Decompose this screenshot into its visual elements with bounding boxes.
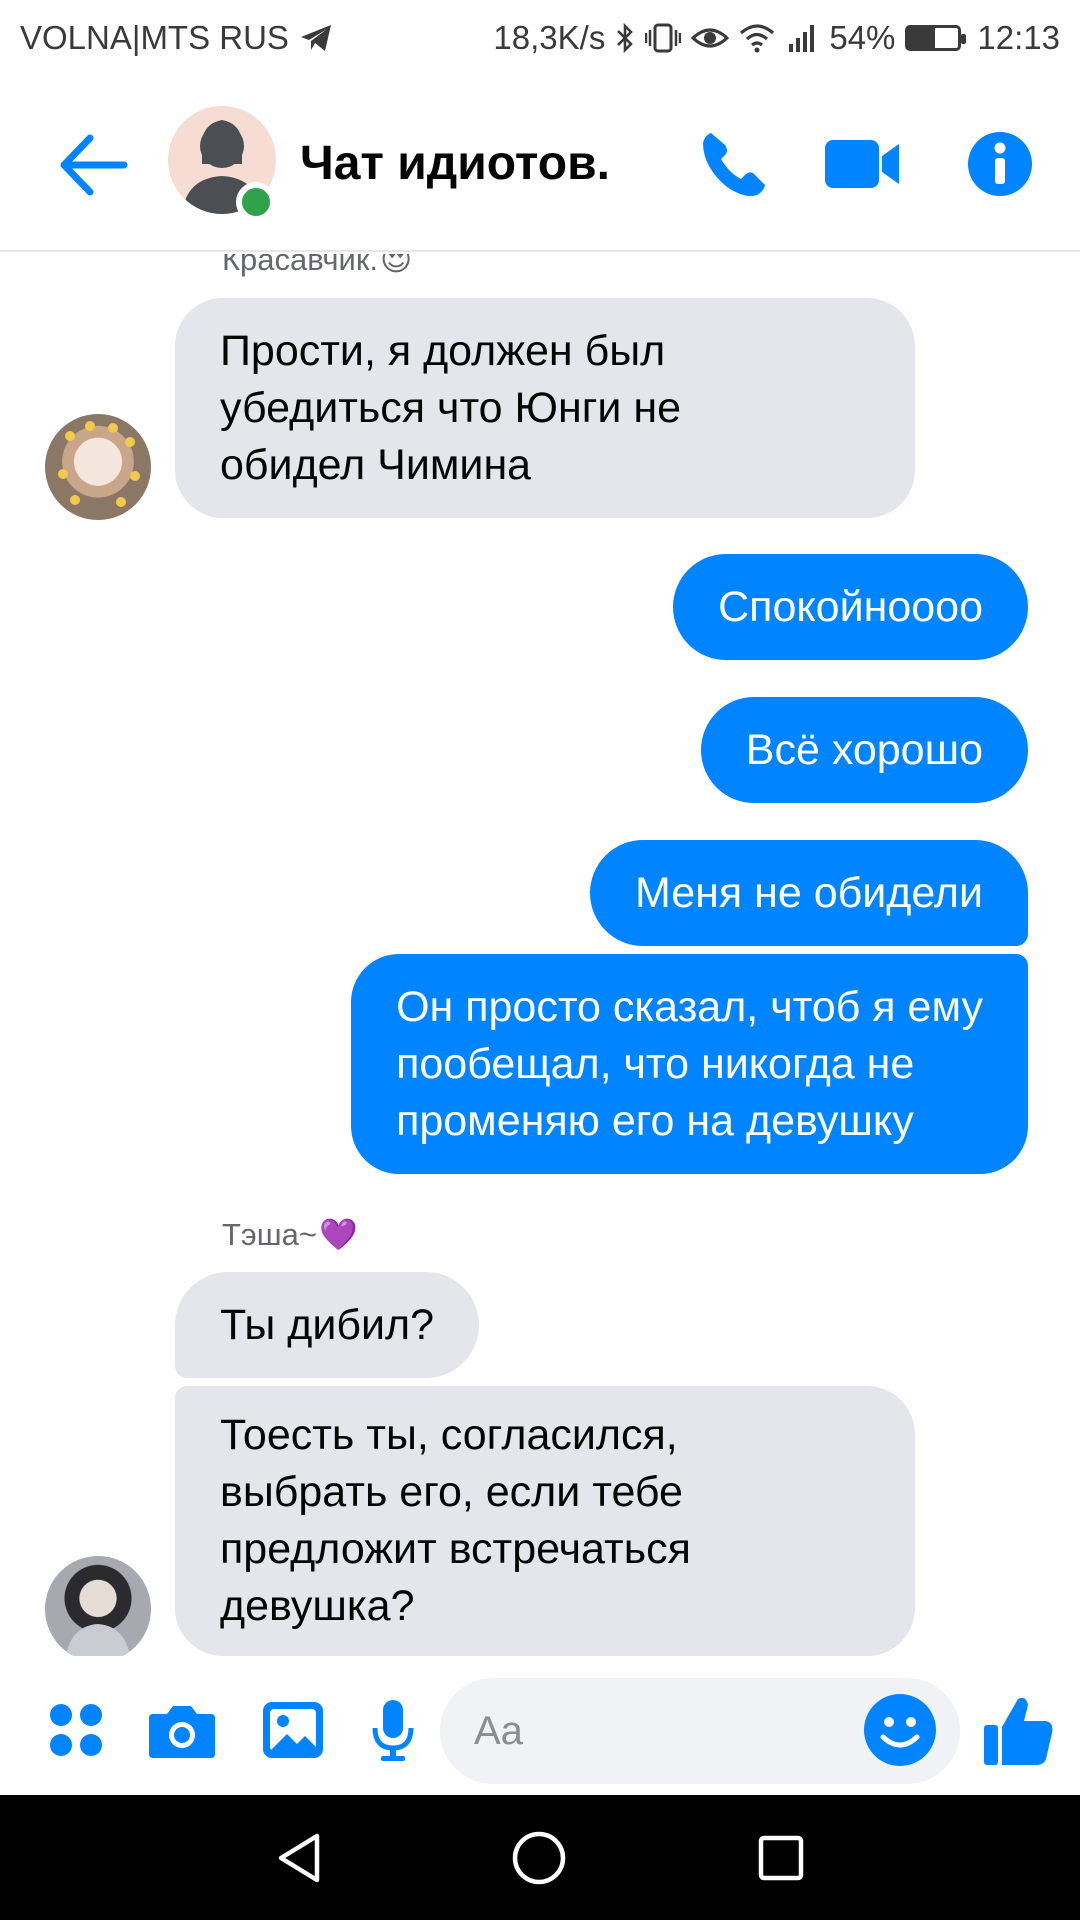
system-navigation-bar	[0, 1795, 1080, 1920]
voice-button[interactable]	[353, 1690, 433, 1770]
call-button[interactable]	[694, 124, 774, 204]
like-button[interactable]	[978, 1690, 1058, 1770]
nav-home-button[interactable]	[506, 1825, 572, 1891]
online-status-dot	[236, 182, 276, 222]
battery-icon	[905, 25, 967, 51]
incoming-message[interactable]: Тоесть ты, согласился, выбрать его, если…	[175, 1386, 915, 1656]
sender-name: Красавчик. 😍	[222, 254, 412, 278]
sender-name: Тэша~ 💜	[222, 1216, 358, 1253]
signal-icon	[785, 22, 819, 54]
thumbs-up-icon	[984, 1697, 1053, 1765]
chat-title[interactable]: Чат идиотов.	[300, 136, 610, 191]
back-arrow-icon	[60, 134, 128, 196]
nav-back-button[interactable]	[266, 1825, 332, 1891]
wifi-icon	[739, 23, 775, 53]
emoji-icon	[864, 1694, 936, 1766]
eye-icon	[691, 24, 730, 52]
telegram-icon	[299, 23, 333, 53]
bluetooth-icon	[615, 22, 635, 54]
menu-dots-icon	[50, 1704, 102, 1756]
camera-button[interactable]	[142, 1690, 222, 1770]
outgoing-message[interactable]: Меня не обидели	[589, 840, 1028, 946]
contact-avatar[interactable]	[45, 1556, 151, 1656]
status-bar: VOLNA|MTS RUS 18,3K/s 54% 12:13	[0, 0, 1080, 76]
video-camera-icon	[825, 140, 899, 188]
microphone-icon	[372, 1700, 414, 1761]
emoji-purple-heart: 💜	[318, 1217, 358, 1252]
carrier-label: VOLNA|MTS RUS	[20, 19, 289, 56]
emoji-heart-eyes: 😍	[380, 254, 413, 277]
clock: 12:13	[977, 19, 1060, 56]
contact-avatar[interactable]	[45, 414, 151, 520]
avatar-photo	[58, 421, 140, 507]
gallery-button[interactable]	[253, 1690, 333, 1770]
vibrate-icon	[645, 22, 682, 54]
back-button[interactable]	[58, 132, 130, 198]
outgoing-message[interactable]: Всё хорошо	[700, 697, 1028, 803]
message-composer	[0, 1670, 1080, 1788]
message-list[interactable]: Красавчик. 😍 Прости, я должен был убедить…	[0, 254, 1080, 1656]
avatar-photo	[65, 1624, 131, 1656]
camera-icon	[149, 1706, 215, 1758]
info-icon	[968, 132, 1032, 196]
circle-home-icon	[512, 1831, 566, 1885]
emoji-button[interactable]	[860, 1690, 940, 1770]
chat-header: Чат идиотов.	[0, 80, 1080, 252]
phone-icon	[703, 133, 765, 196]
more-actions-button[interactable]	[36, 1690, 116, 1770]
square-recents-icon	[758, 1835, 804, 1881]
incoming-message[interactable]: Ты дибил?	[175, 1272, 479, 1378]
outgoing-message[interactable]: Он просто сказал, чтоб я ему пообещал, ч…	[351, 954, 1028, 1174]
network-speed: 18,3K/s	[493, 19, 606, 56]
outgoing-message[interactable]: Спокойнооoo	[673, 554, 1028, 660]
triangle-back-icon	[278, 1833, 320, 1883]
info-button[interactable]	[960, 124, 1040, 204]
incoming-message[interactable]: Прости, я должен был убедиться что Юнги …	[175, 298, 915, 518]
battery-percent: 54%	[829, 19, 896, 56]
video-call-button[interactable]	[822, 124, 902, 204]
gallery-icon	[263, 1702, 323, 1758]
nav-recents-button[interactable]	[748, 1825, 814, 1891]
